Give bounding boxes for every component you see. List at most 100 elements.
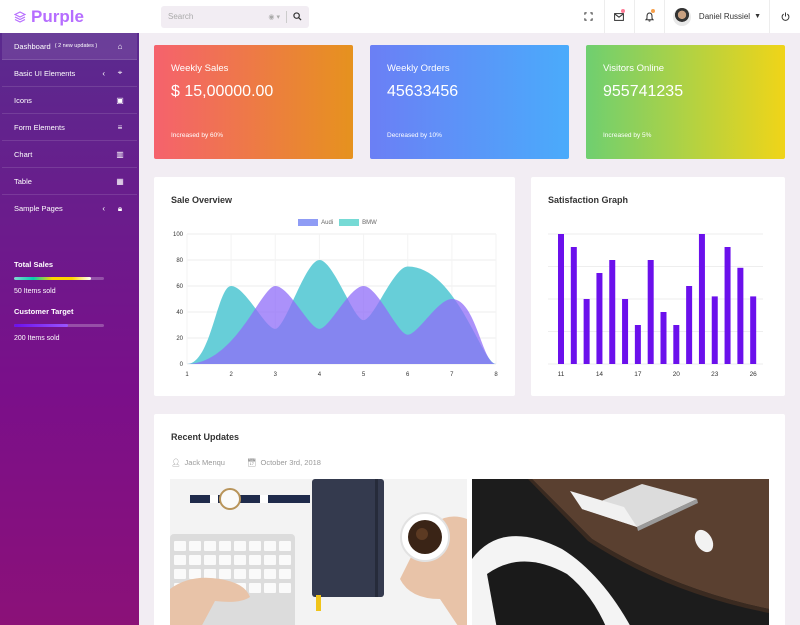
bar: [558, 234, 564, 364]
calendar-icon: 📅︎: [246, 458, 257, 467]
y-tick-label: 20: [176, 336, 183, 342]
sidebar-item-dashboard[interactable]: Dashboard ( 2 new updates ) ⌂: [2, 33, 137, 60]
x-tick-label: 14: [596, 371, 604, 378]
filter-dropdown-icon[interactable]: ◉ ▾: [268, 13, 280, 21]
chevron-left-icon: ‹: [102, 204, 105, 213]
kpi-label: Weekly Orders: [387, 63, 450, 74]
mail-icon[interactable]: [603, 0, 634, 33]
kpi-label: Visitors Online: [603, 63, 665, 74]
satisfaction-card: Satisfaction Graph 11 14 17 20 23 26: [531, 177, 785, 396]
format-list-icon: ≡: [117, 122, 123, 132]
bell-notification-dot: [650, 9, 655, 13]
kpi-card-weekly-orders: Weekly Orders 45633456 Decreased by 10%: [370, 45, 569, 159]
y-tick-label: 0: [180, 362, 184, 368]
x-tick-label: 5: [362, 372, 366, 378]
kpi-subtext: Increased by 5%: [603, 132, 652, 139]
bar: [570, 247, 577, 364]
bar: [711, 296, 718, 364]
sale-overview-card: Sale Overview Audi BMW 0 20 40 60 80 100 1 2 3 4 5…: [154, 177, 515, 396]
chevron-left-icon: ‹: [102, 68, 105, 78]
x-tick-label: 8: [494, 372, 498, 378]
total-sales-title: Total Sales: [14, 260, 54, 269]
bar: [673, 325, 680, 364]
photo-desk-keyboard[interactable]: [170, 479, 467, 625]
sale-overview-chart: 0 20 40 60 80 100 1 2 3 4 5 6 7 8: [173, 232, 498, 378]
bell-icon[interactable]: [633, 0, 664, 33]
top-navbar: Purple Search ◉ ▾ Daniel Russiel ▼: [0, 0, 800, 33]
x-tick-label: 4: [318, 372, 322, 378]
bar: [609, 260, 616, 364]
customer-target-progress: [14, 324, 104, 327]
bar: [698, 234, 705, 364]
sidebar-item-form-elements[interactable]: Form Elements ≡: [2, 114, 137, 141]
x-tick-label: 1: [185, 372, 189, 378]
bar: [596, 273, 603, 364]
bar: [737, 267, 744, 364]
post-date: October 3rd, 2018: [260, 458, 321, 467]
avatar: [672, 7, 691, 26]
x-tick-label: 11: [558, 371, 565, 378]
home-icon: ⌂: [117, 41, 123, 51]
bar: [724, 247, 731, 364]
x-tick-label: 26: [750, 371, 758, 378]
search-placeholder: Search: [168, 12, 194, 21]
x-tick-label: 20: [673, 371, 681, 378]
x-tick-label: 2: [229, 372, 233, 378]
table-icon: ▦: [116, 176, 124, 186]
y-tick-label: 100: [173, 232, 184, 238]
kpi-subtext: Decreased by 10%: [387, 132, 442, 139]
lock-icon: 🔒︎: [117, 203, 123, 213]
mail-notification-dot: [620, 9, 625, 13]
search-icon[interactable]: [293, 12, 302, 21]
sidebar-item-table[interactable]: Table ▦: [2, 168, 137, 195]
sidebar-item-label: Basic UI Elements: [14, 68, 76, 78]
bar: [647, 260, 654, 364]
recent-updates-card: Recent Updates 👤︎ Jack Menqu 📅︎ October …: [154, 414, 785, 625]
kpi-subtext: Increased by 60%: [171, 132, 224, 139]
card-title: Recent Updates: [171, 432, 240, 442]
sidebar-item-basic-ui[interactable]: Basic UI Elements ‹ ⌖: [2, 60, 137, 87]
photo-laptop-desk[interactable]: [472, 479, 769, 625]
kpi-value: $ 15,00000.00: [171, 83, 274, 100]
bar: [583, 299, 590, 364]
x-tick-label: 6: [406, 372, 410, 378]
y-tick-label: 40: [176, 310, 183, 316]
kpi-value: 45633456: [387, 83, 459, 100]
user-icon: 👤︎: [171, 458, 181, 467]
brand-logo[interactable]: Purple: [0, 0, 139, 33]
x-tick-label: 17: [634, 371, 642, 378]
x-tick-label: 7: [450, 372, 454, 378]
chart-bar-icon: ▥: [116, 149, 124, 159]
total-sales-progress: [14, 277, 104, 280]
layers-icon: [14, 10, 26, 23]
brand-name: Purple: [31, 6, 84, 26]
sidebar-item-label: Sample Pages: [14, 204, 63, 213]
bar: [660, 312, 667, 364]
search-divider: [286, 10, 287, 23]
profile-menu[interactable]: Daniel Russiel ▼: [663, 0, 770, 33]
contacts-icon: ▣: [116, 95, 124, 105]
sidebar-item-label: Form Elements: [14, 122, 65, 132]
y-tick-label: 60: [176, 284, 183, 290]
search-input[interactable]: Search ◉ ▾: [161, 5, 309, 28]
sidebar-item-chart[interactable]: Chart ▥: [2, 141, 137, 168]
chevron-down-icon: ▼: [754, 13, 761, 20]
sidebar-item-icons[interactable]: Icons ▣: [2, 87, 137, 114]
post-author: Jack Menqu: [184, 458, 225, 467]
sidebar-item-label: Table: [14, 176, 32, 186]
kpi-card-weekly-sales: Weekly Sales $ 15,00000.00 Increased by …: [154, 45, 353, 159]
total-sales-text: 50 Items sold: [14, 288, 56, 295]
bar: [634, 325, 641, 364]
sidebar-item-label: Dashboard: [14, 41, 51, 51]
kpi-card-visitors-online: Visitors Online 955741235 Increased by 5…: [586, 45, 785, 159]
updates-badge: ( 2 new updates ): [54, 43, 98, 49]
satisfaction-chart: 11 14 17 20 23 26: [548, 233, 763, 378]
power-icon[interactable]: [770, 0, 800, 33]
fullscreen-icon[interactable]: [574, 0, 604, 33]
kpi-value: 955741235: [603, 83, 684, 100]
sidebar-item-sample-pages[interactable]: Sample Pages ‹ 🔒︎: [2, 195, 137, 222]
customer-target-text: 200 Items sold: [14, 335, 60, 342]
sidebar-stats: Total Sales 50 Items sold Customer Targe…: [0, 260, 139, 342]
sidebar-item-label: Chart: [14, 149, 33, 159]
x-tick-label: 3: [274, 372, 278, 378]
